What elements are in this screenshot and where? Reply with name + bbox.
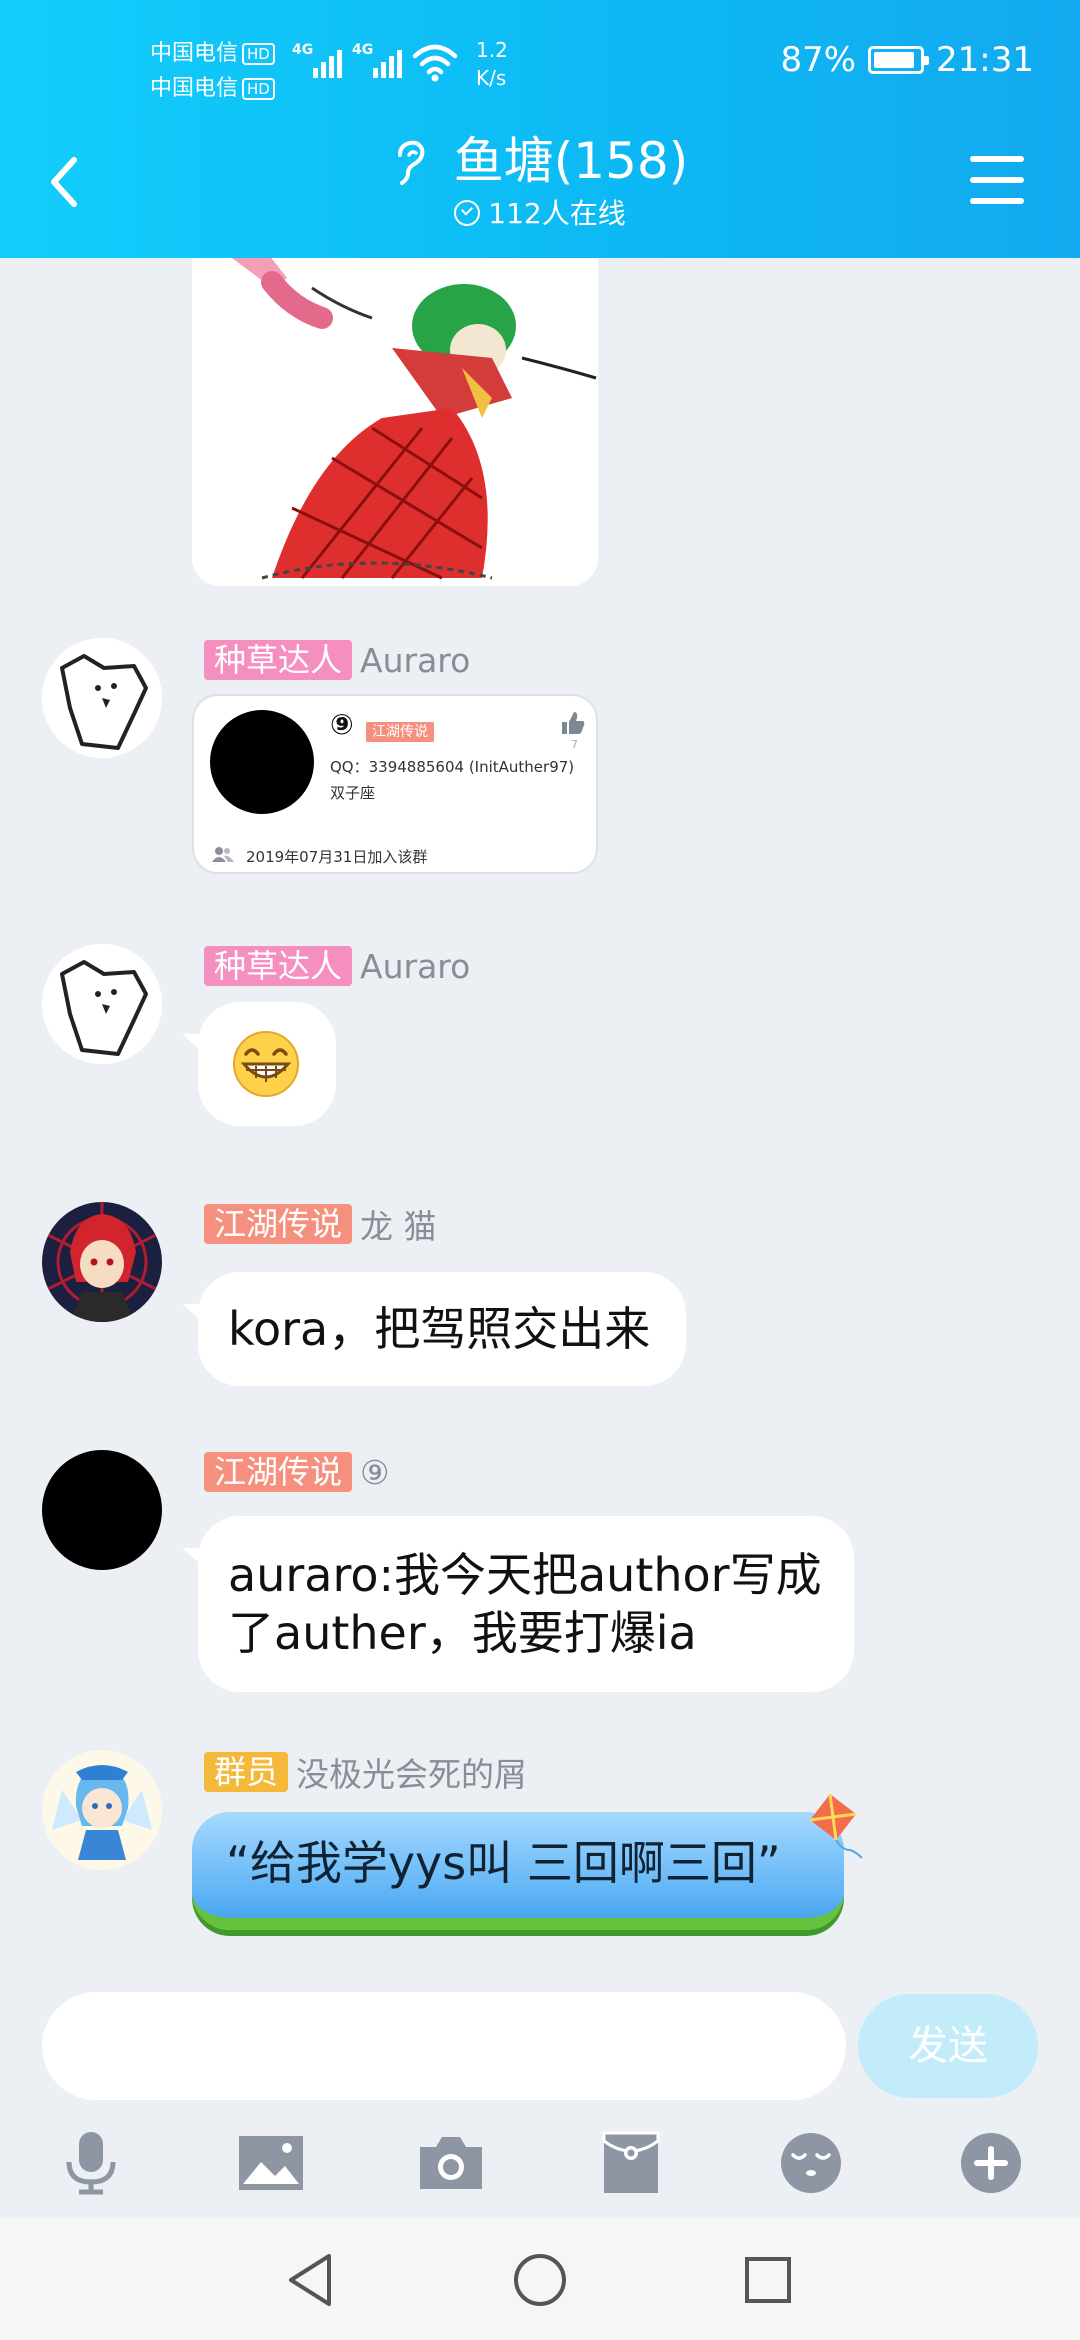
member-badge: 江湖传说: [204, 1452, 353, 1492]
message-line-1: auraro:我今天把author写成: [228, 1548, 822, 1602]
message-text: “给我学yys叫 三回啊三回”: [226, 1836, 781, 1890]
red-packet-icon[interactable]: [596, 2128, 666, 2198]
sender-meta: 群员 没极光会死的屑: [204, 1750, 527, 1794]
image-message[interactable]: [192, 258, 598, 586]
hd-badge: HD: [242, 78, 275, 100]
card-qq: QQ：3394885604 (InitAuther97): [330, 758, 575, 776]
text-bubble[interactable]: auraro:我今天把author写成 了auther，我要打爆ia: [198, 1516, 854, 1692]
emoji-bubble[interactable]: [198, 1002, 336, 1126]
avatar[interactable]: [42, 1750, 162, 1870]
message-line-2: 了auther，我要打爆ia: [228, 1606, 697, 1660]
nav-home-icon[interactable]: [510, 2250, 570, 2310]
signal-1-icon: 4G: [292, 42, 342, 82]
avatar[interactable]: [42, 944, 162, 1064]
sender-meta: 江湖传说 龙 猫: [204, 1202, 437, 1246]
page-title[interactable]: 鱼塘(158): [0, 128, 1080, 194]
battery-percent: 87%: [780, 40, 857, 80]
group-title: 鱼塘(158): [453, 132, 689, 190]
avatar[interactable]: [42, 638, 162, 758]
avatar[interactable]: [42, 1450, 162, 1570]
message-text: kora，把驾照交出来: [228, 1302, 651, 1356]
member-badge: 群员: [204, 1752, 289, 1792]
member-badge: 江湖传说: [204, 1204, 353, 1244]
composer: 发送: [0, 1970, 1080, 2100]
nav-back-icon[interactable]: [280, 2250, 340, 2310]
carrier-info: 中国电信 HD 中国电信 HD: [150, 36, 275, 106]
online-check-icon: [454, 200, 481, 226]
carrier-1: 中国电信: [150, 41, 239, 66]
profile-card[interactable]: ⑨ 江湖传说 7 QQ：3394885604 (InitAuther97) 双子…: [192, 694, 598, 874]
group-members-icon: [212, 847, 234, 862]
anime-drawing-image: [192, 258, 598, 586]
system-navbar: [0, 2218, 1080, 2340]
thumb-count: 7: [571, 738, 578, 751]
nav-recent-icon[interactable]: [738, 2250, 798, 2310]
online-text: 112人在线: [488, 197, 626, 230]
image-icon[interactable]: [236, 2128, 306, 2198]
camera-icon[interactable]: [416, 2128, 486, 2198]
sender-meta: 种草达人 Auraro: [204, 944, 470, 988]
text-bubble[interactable]: kora，把驾照交出来: [198, 1272, 687, 1386]
sender-meta: 江湖传说 ⑨: [204, 1450, 390, 1494]
grin-emoji-icon: [233, 1031, 299, 1097]
card-nickname: ⑨: [330, 708, 354, 741]
network-speed: 1.2 K/s: [476, 38, 508, 90]
microphone-icon[interactable]: [56, 2128, 126, 2198]
status-bar: 中国电信 HD 中国电信 HD 4G 4G 1.2 K/s 87% 21:31: [0, 32, 1080, 102]
sender-name[interactable]: 没极光会死的屑: [296, 1748, 527, 1796]
clock: 21:31: [936, 40, 1034, 80]
carrier-2: 中国电信: [150, 76, 239, 101]
card-zodiac: 双子座: [330, 784, 376, 802]
wifi-icon: [412, 44, 458, 82]
kite-icon: [809, 1793, 863, 1859]
signal-2-icon: 4G: [352, 42, 402, 82]
member-badge: 种草达人: [204, 946, 353, 986]
send-button[interactable]: 发送: [858, 1994, 1038, 2098]
chat-header: 中国电信 HD 中国电信 HD 4G 4G 1.2 K/s 87% 21:31 …: [0, 0, 1080, 258]
battery-time: 87% 21:31: [780, 40, 1034, 80]
chat-list[interactable]: 种草达人 Auraro ⑨ 江湖传说 7 QQ：3394885604 (Init…: [0, 258, 1080, 1970]
avatar[interactable]: [42, 1202, 162, 1322]
sender-name[interactable]: ⑨: [360, 1453, 390, 1492]
thumbs-up-icon: [562, 712, 585, 734]
battery-icon: [868, 46, 930, 74]
message-input[interactable]: [42, 1992, 846, 2100]
card-joined-date: 2019年07月31日加入该群: [246, 848, 428, 866]
hd-badge: HD: [242, 43, 275, 65]
signal-indicators: 4G 4G: [292, 42, 458, 82]
card-title-badge: 江湖传说: [366, 722, 434, 742]
plus-icon[interactable]: [956, 2128, 1026, 2198]
sender-name[interactable]: Auraro: [360, 641, 470, 680]
emoji-icon[interactable]: [776, 2128, 846, 2198]
online-count: 112人在线: [0, 194, 1080, 234]
menu-icon[interactable]: [970, 156, 1024, 204]
member-badge: 种草达人: [204, 640, 353, 680]
decorated-bubble[interactable]: “给我学yys叫 三回啊三回”: [192, 1793, 863, 1930]
sender-name[interactable]: Auraro: [360, 947, 470, 986]
ear-icon: [397, 140, 425, 185]
sender-name[interactable]: 龙 猫: [360, 1200, 437, 1248]
card-avatar: [210, 710, 314, 814]
composer-toolbar: [0, 2108, 1080, 2212]
sender-meta: 种草达人 Auraro: [204, 638, 470, 682]
